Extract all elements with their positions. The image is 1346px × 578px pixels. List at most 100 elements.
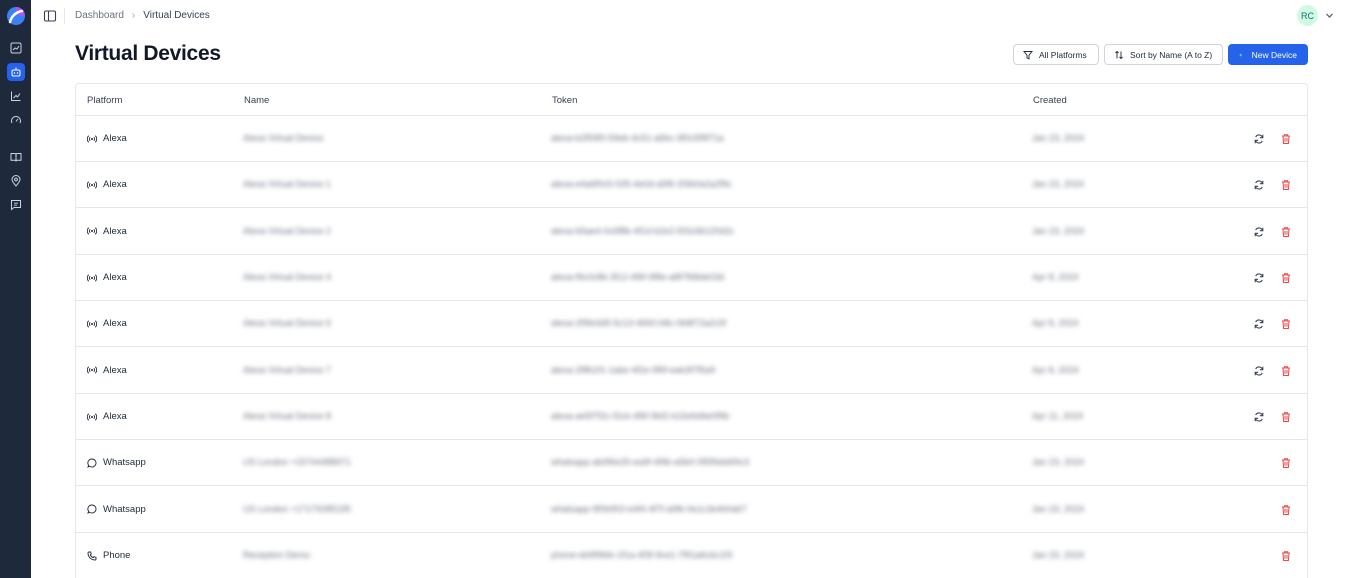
refresh-icon[interactable] [1253,410,1265,422]
broadcast-icon [87,134,97,144]
platform-label: Alexa [103,411,127,423]
trash-icon[interactable] [1280,132,1292,144]
trash-icon[interactable] [1280,456,1292,469]
trash-icon[interactable] [1280,410,1292,423]
app-logo-icon[interactable] [6,6,26,26]
phone-icon [87,551,97,561]
trash-icon[interactable] [1280,271,1292,284]
platform-cell: Alexa [87,365,127,376]
platform-cell: Alexa [87,411,127,422]
device-token: alexa-ae5f7f2c-f2cb-4f6f-9bf2-b15e6d6e0f… [551,411,730,422]
table-row[interactable]: Alexa Alexa Virtual Device 7 alexa-2f8b1f1… [76,348,1307,394]
nav-docs-icon[interactable] [7,148,25,166]
created-date: Apr 11, 2024 [1032,411,1083,422]
created-date: Jan 23, 2024 [1032,179,1085,190]
trash-icon[interactable] [1280,364,1292,376]
table-row[interactable]: Whatsapp US London +15744488971 whatsapp-a… [76,440,1307,487]
sort-button[interactable]: Sort by Name (A to Z) [1104,44,1223,65]
trash-icon[interactable] [1280,549,1292,562]
table-row[interactable]: Alexa Alexa Virtual Device 4 alexa-f9c0c8b… [76,255,1307,302]
platform-cell: Alexa [87,272,127,283]
nav-dashboard-icon[interactable] [7,39,25,57]
broadcast-icon [87,412,97,422]
platform-label: Whatsapp [103,503,146,515]
nav-virtual-devices-icon[interactable] [7,63,25,81]
trash-icon[interactable] [1280,178,1292,191]
sidebar [0,0,31,578]
platform-cell: Alexa [87,133,127,144]
new-device-button[interactable]: New Device [1228,44,1308,65]
page-title: Virtual Devices [75,42,221,65]
created-date: Apr 8, 2024 [1032,272,1079,283]
header-token[interactable]: Token [552,95,577,106]
table-row[interactable]: Phone Reception Demo phone-eb9f9bfe-1f1a-4… [76,533,1307,578]
platform-label: Alexa [103,179,127,191]
created-date: Jan 23, 2024 [1032,503,1085,514]
table-row[interactable]: Alexa Alexa Virtual Device 8 alexa-ae5f7f2… [76,394,1307,441]
created-date: Apr 8, 2024 [1032,364,1079,375]
platform-label: Whatsapp [103,457,146,469]
chevron-down-icon[interactable] [1325,11,1334,20]
table-row[interactable]: Alexa Alexa Virtual Device 6 alexa-2f9fe3d… [76,301,1307,348]
table-row[interactable]: Alexa Alexa Virtual Device 1 alexa-e4a6f0c… [76,162,1307,209]
device-token: alexa-b2f59f0-59eb-4c51-a6bc-3f0c5f9f71a [551,133,724,143]
device-name: Alexa Virtual Device 2 [243,225,331,236]
header-platform[interactable]: Platform [87,95,122,106]
created-date: Jan 23, 2024 [1032,133,1085,143]
nav-analytics-icon[interactable] [7,87,25,105]
platform-cell: Whatsapp [87,457,146,468]
refresh-icon[interactable] [1253,317,1265,329]
nav-feedback-icon[interactable] [7,196,25,214]
table-row[interactable]: Alexa Alexa Virtual Device 2 alexa-b5ae4-0… [76,209,1307,255]
created-date: Jan 23, 2024 [1032,457,1085,468]
user-avatar[interactable]: RC [1297,5,1318,26]
refresh-icon[interactable] [1253,271,1265,283]
header-name[interactable]: Name [244,95,269,106]
device-token: whatsapp-9f0b9f1f-e4f4-4f7f-a9fb-0e1c3e4… [551,503,747,514]
table-row[interactable]: Whatsapp US London +17179285195 whatsapp-9… [76,487,1307,533]
chat-bubble-icon [87,504,97,515]
device-token: whatsapp-ab0f6e25-ea9f-4f9b-a5b0-0f5f9eb… [551,457,750,468]
device-name: US London +17179285195 [243,503,351,514]
refresh-icon[interactable] [1253,364,1265,376]
sidebar-toggle-icon[interactable] [43,9,57,23]
platform-cell: Alexa [87,226,127,237]
device-token: alexa-2f9fe3d5-5c13-4660-b8c-0b8f72a2c0f [551,318,727,329]
trash-icon[interactable] [1280,225,1292,237]
platform-cell: Whatsapp [87,504,146,515]
nav-gauge-icon[interactable] [7,111,25,129]
device-name: Alexa Virtual Device 4 [243,272,331,283]
device-name: Reception Demo [243,550,311,561]
platform-filter-button[interactable]: All Platforms [1013,44,1099,65]
top-bar: Dashboard › Virtual Devices RC [31,0,1346,32]
device-name: Alexa Virtual Device 7 [243,364,331,375]
header-created[interactable]: Created [1033,95,1067,106]
platform-label: Alexa [103,225,127,237]
device-token: alexa-2f8b1f1-1abe-4f2e-9f6f-eab3f7f5a9 [551,364,716,375]
broadcast-icon [87,226,97,236]
broadcast-icon [87,365,97,375]
nav-location-icon[interactable] [7,172,25,190]
breadcrumb-dashboard-link[interactable]: Dashboard [75,10,124,21]
device-name: Alexa Virtual Device 8 [243,411,331,422]
chat-bubble-icon [87,458,97,468]
device-name: US London +15744488971 [243,457,351,468]
broadcast-icon [87,319,97,329]
breadcrumb-current: Virtual Devices [143,10,210,21]
trash-icon[interactable] [1280,503,1292,515]
created-date: Jan 23, 2024 [1032,550,1085,561]
created-date: Jan 23, 2024 [1032,225,1085,236]
refresh-icon[interactable] [1253,178,1265,190]
refresh-icon[interactable] [1253,132,1265,144]
trash-icon[interactable] [1280,317,1292,330]
new-device-label: New Device [1251,49,1297,60]
platform-cell: Alexa [87,318,127,329]
platform-label: Alexa [103,318,127,330]
topbar-divider [64,8,65,24]
app: Dashboard › Virtual Devices RC Virtual D… [0,0,1346,578]
platform-cell: Alexa [87,179,127,190]
device-name: Alexa Virtual Device 1 [243,179,331,190]
table-row[interactable]: Alexa Alexa Virtual Device alexa-b2f59f0-5… [76,116,1307,162]
breadcrumb-chevron-icon: › [131,10,136,21]
refresh-icon[interactable] [1253,225,1265,237]
